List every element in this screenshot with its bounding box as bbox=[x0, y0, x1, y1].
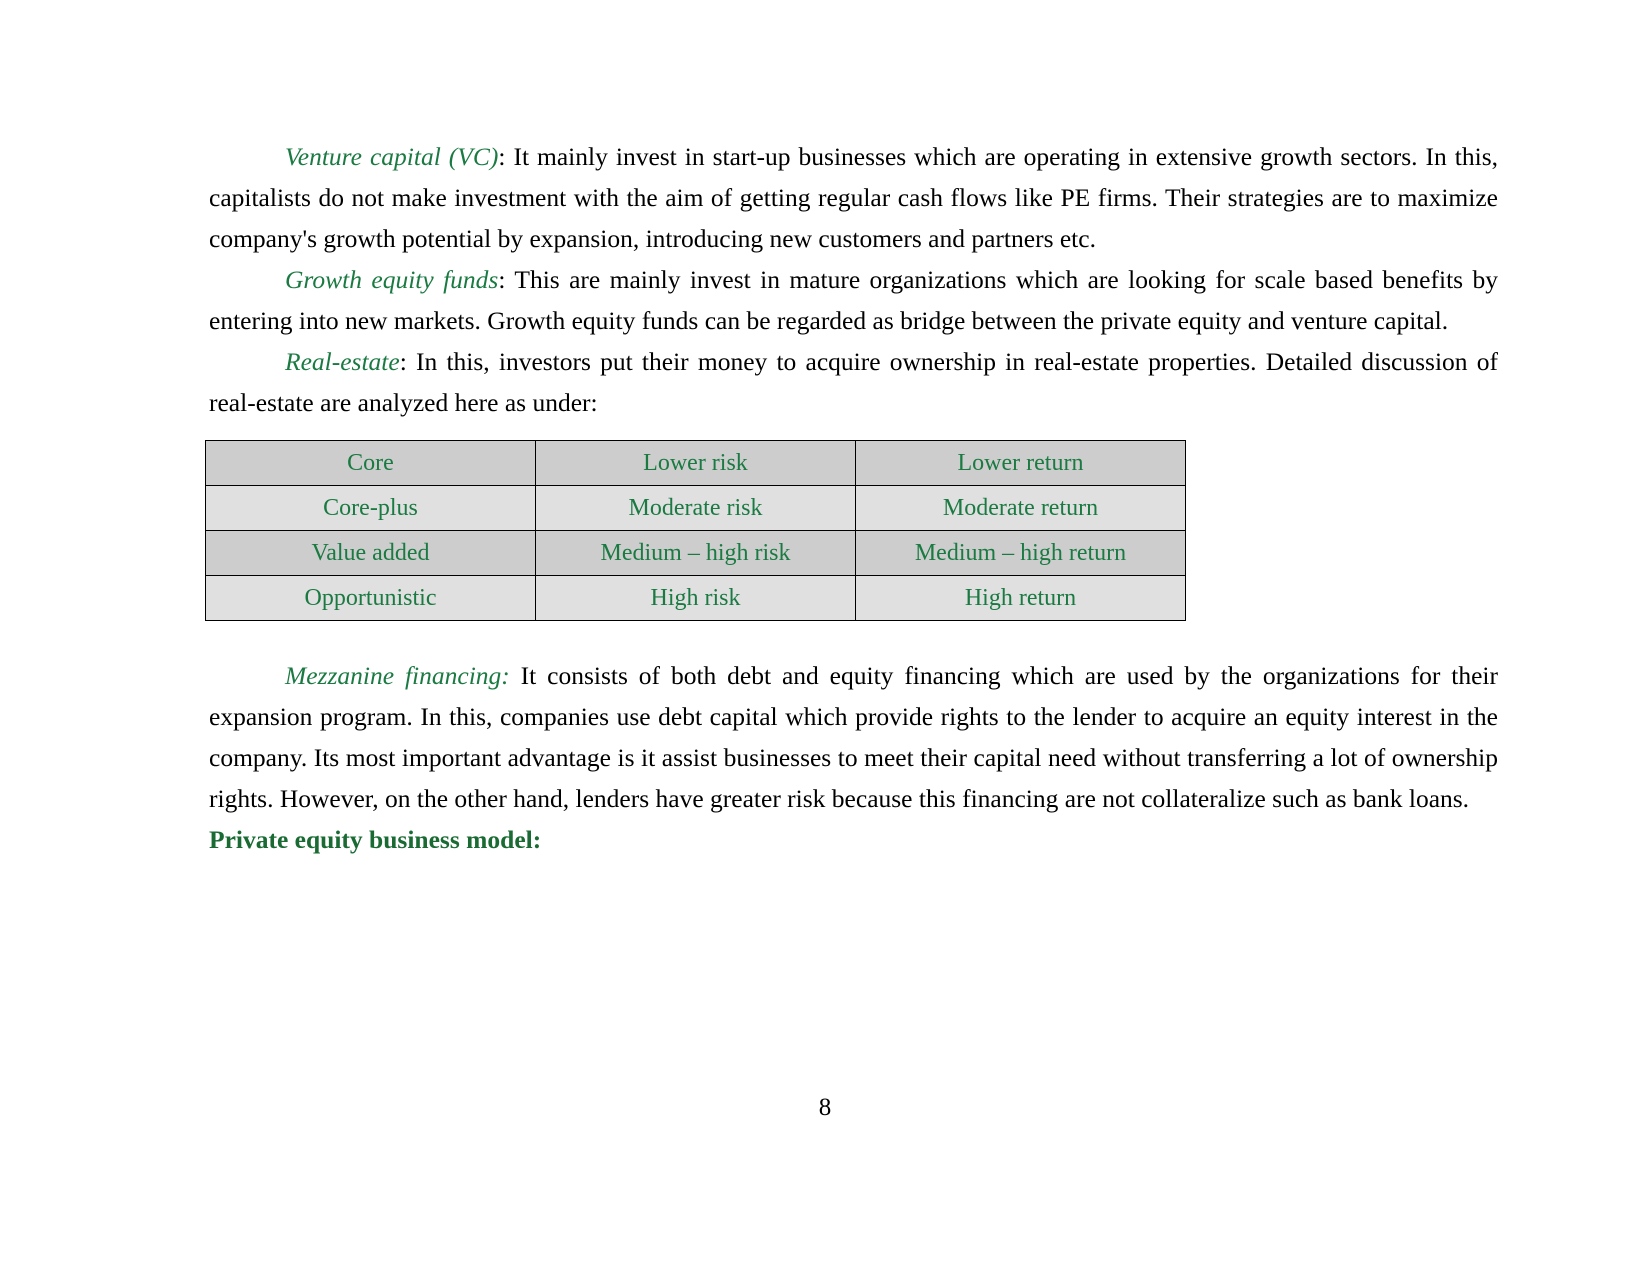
table-cell-return: Lower return bbox=[855, 440, 1186, 486]
table-cell-return: Medium – high return bbox=[855, 530, 1186, 576]
table-cell-type: Value added bbox=[205, 530, 536, 576]
paragraph-lead-term: Mezzanine financing: bbox=[285, 661, 510, 690]
table-cell-type: Core bbox=[205, 440, 536, 486]
table-row: Opportunistic High risk High return bbox=[205, 575, 1186, 621]
real-estate-table-wrapper: Core Lower risk Lower return Core-plus M… bbox=[205, 440, 1186, 621]
paragraph-venture-capital: Venture capital (VC): It mainly invest i… bbox=[209, 136, 1498, 259]
table-cell-risk: Lower risk bbox=[535, 440, 856, 486]
table-cell-risk: High risk bbox=[535, 575, 856, 621]
table-cell-return: Moderate return bbox=[855, 485, 1186, 531]
table-row: Core Lower risk Lower return bbox=[205, 440, 1186, 486]
paragraph-body-text: : In this, investors put their money to … bbox=[209, 347, 1498, 417]
real-estate-risk-return-table: Core Lower risk Lower return Core-plus M… bbox=[205, 440, 1186, 621]
page-number: 8 bbox=[818, 1094, 832, 1121]
table-cell-risk: Medium – high risk bbox=[535, 530, 856, 576]
paragraph-lead-term: Growth equity funds bbox=[285, 265, 499, 294]
table-row: Value added Medium – high risk Medium – … bbox=[205, 530, 1186, 576]
table-cell-risk: Moderate risk bbox=[535, 485, 856, 531]
section-heading-private-equity-business-model: Private equity business model: bbox=[209, 825, 542, 854]
table-bottom-spacer bbox=[209, 621, 1498, 655]
paragraph-growth-equity-funds: Growth equity funds: This are mainly inv… bbox=[209, 259, 1498, 341]
paragraph-mezzanine-financing: Mezzanine financing: It consists of both… bbox=[209, 655, 1498, 819]
paragraph-real-estate: Real-estate: In this, investors put thei… bbox=[209, 341, 1498, 423]
table-row: Core-plus Moderate risk Moderate return bbox=[205, 485, 1186, 531]
paragraph-lead-term: Real-estate bbox=[285, 347, 400, 376]
document-page: Venture capital (VC): It mainly invest i… bbox=[0, 0, 1650, 1275]
table-cell-type: Core-plus bbox=[205, 485, 536, 531]
page-content: Venture capital (VC): It mainly invest i… bbox=[205, 136, 1498, 860]
table-cell-return: High return bbox=[855, 575, 1186, 621]
table-cell-type: Opportunistic bbox=[205, 575, 536, 621]
paragraph-lead-term: Venture capital (VC) bbox=[285, 142, 499, 171]
